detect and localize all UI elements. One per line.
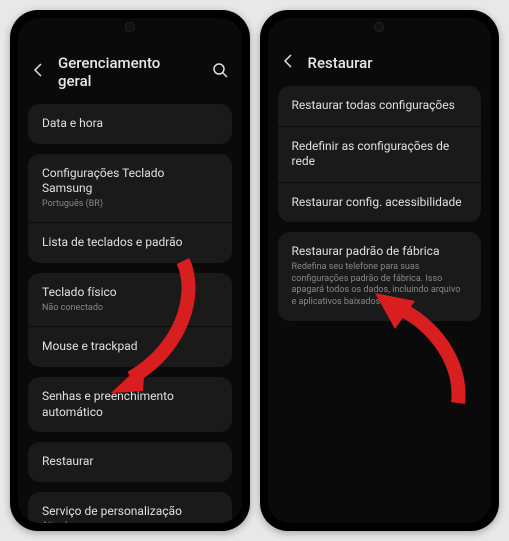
annotation-arrow xyxy=(363,283,473,413)
page-title: Restaurar xyxy=(308,54,478,72)
back-icon[interactable] xyxy=(32,63,44,81)
item-sub: Ativado xyxy=(42,521,218,523)
screen-right: Restaurar Restaurar todas configurações … xyxy=(268,18,492,523)
item-personalization[interactable]: Serviço de personalização Ativado xyxy=(28,492,232,523)
item-label: Redefinir as configurações de rede xyxy=(292,139,468,170)
item-keyboard-samsung[interactable]: Configurações Teclado Samsung Português … xyxy=(28,154,232,223)
item-reset-network[interactable]: Redefinir as configurações de rede xyxy=(278,127,482,182)
camera-notch xyxy=(374,22,384,32)
item-sub: Português (BR) xyxy=(42,199,218,211)
item-label: Restaurar config. acessibilidade xyxy=(292,195,468,211)
item-date-time[interactable]: Data e hora xyxy=(28,104,232,144)
item-label: Configurações Teclado Samsung xyxy=(42,166,218,197)
item-restore[interactable]: Restaurar xyxy=(28,442,232,482)
phone-left: Gerenciamento geral Data e hora Configur… xyxy=(10,10,250,531)
header: Gerenciamento geral xyxy=(18,46,242,104)
item-label: Data e hora xyxy=(42,116,218,132)
item-label: Restaurar xyxy=(42,454,218,470)
page-title: Gerenciamento geral xyxy=(58,54,198,90)
phone-right: Restaurar Restaurar todas configurações … xyxy=(260,10,500,531)
item-restore-accessibility[interactable]: Restaurar config. acessibilidade xyxy=(278,183,482,223)
item-restore-all[interactable]: Restaurar todas configurações xyxy=(278,86,482,126)
item-label: Restaurar padrão de fábrica xyxy=(292,244,468,260)
header: Restaurar xyxy=(268,46,492,86)
item-label: Restaurar todas configurações xyxy=(292,98,468,114)
item-label: Lista de teclados e padrão xyxy=(42,235,218,251)
annotation-arrow xyxy=(103,253,203,398)
item-label: Serviço de personalização xyxy=(42,504,218,520)
search-icon[interactable] xyxy=(212,62,228,82)
camera-notch xyxy=(125,22,135,32)
back-icon[interactable] xyxy=(282,54,294,72)
screen-left: Gerenciamento geral Data e hora Configur… xyxy=(18,18,242,523)
